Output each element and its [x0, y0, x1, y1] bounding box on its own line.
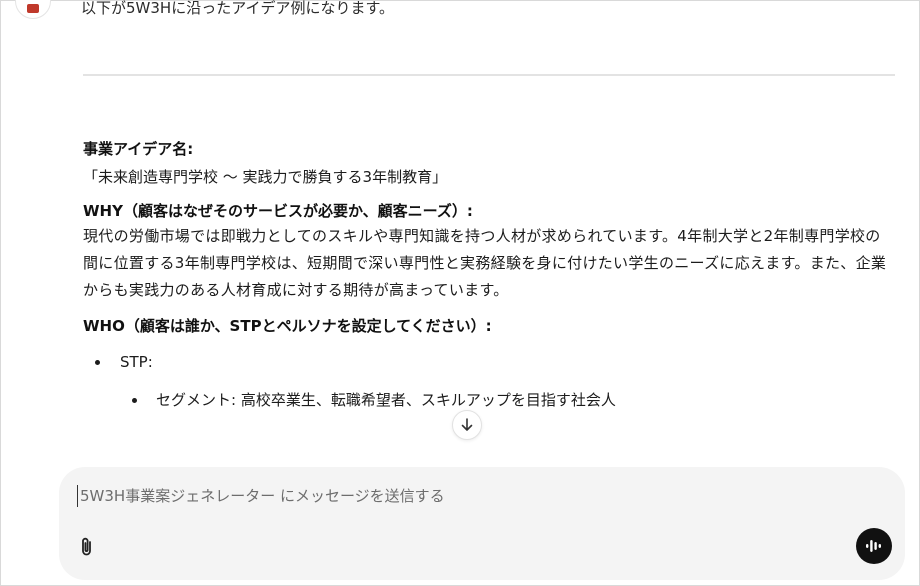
message-input[interactable]: 5W3H事業案ジェネレーター にメッセージを送信する [77, 485, 777, 507]
message-composer [59, 467, 905, 580]
list-item: セグメント: 高校卒業生、転職希望者、スキルアップを目指す社会人 [120, 388, 893, 412]
assistant-avatar [15, 0, 51, 19]
stp-label: STP: [120, 353, 153, 371]
avatar-logo-icon [27, 3, 39, 13]
chat-window: 以下が5W3Hに沿ったアイデア例になります。 事業アイデア名: 「未来創造専門学… [0, 0, 920, 586]
segment-text: セグメント: 高校卒業生、転職希望者、スキルアップを目指す社会人 [156, 391, 616, 409]
list-item: STP: セグメント: 高校卒業生、転職希望者、スキルアップを目指す社会人 [83, 350, 893, 412]
why-body: 現代の労働市場では即戦力としてのスキルや専門知識を持つ人材が求められています。4… [83, 227, 887, 299]
arrow-down-icon [461, 418, 473, 431]
section-divider [83, 74, 895, 76]
idea-name: 「未来創造専門学校 ～ 実践力で勝負する3年制教育」 [83, 168, 448, 186]
voice-mode-button[interactable] [856, 528, 892, 564]
why-heading: WHY（顧客はなぜそのサービスが必要か、顧客ニーズ）: [83, 202, 473, 220]
who-heading: WHO（顧客は誰か、STPとペルソナを設定してください）: [83, 317, 492, 335]
attach-button[interactable] [75, 535, 99, 559]
idea-heading: 事業アイデア名: [83, 140, 194, 158]
assistant-message: 事業アイデア名: 「未来創造専門学校 ～ 実践力で勝負する3年制教育」 WHY（… [83, 137, 893, 412]
paperclip-icon [82, 537, 91, 556]
stp-sublist: セグメント: 高校卒業生、転職希望者、スキルアップを目指す社会人 [120, 388, 893, 412]
scroll-down-button[interactable] [452, 410, 482, 440]
voice-waveform-icon [866, 540, 881, 552]
stp-list: STP: セグメント: 高校卒業生、転職希望者、スキルアップを目指す社会人 [83, 350, 893, 412]
intro-text: 以下が5W3Hに沿ったアイデア例になります。 [81, 0, 394, 17]
